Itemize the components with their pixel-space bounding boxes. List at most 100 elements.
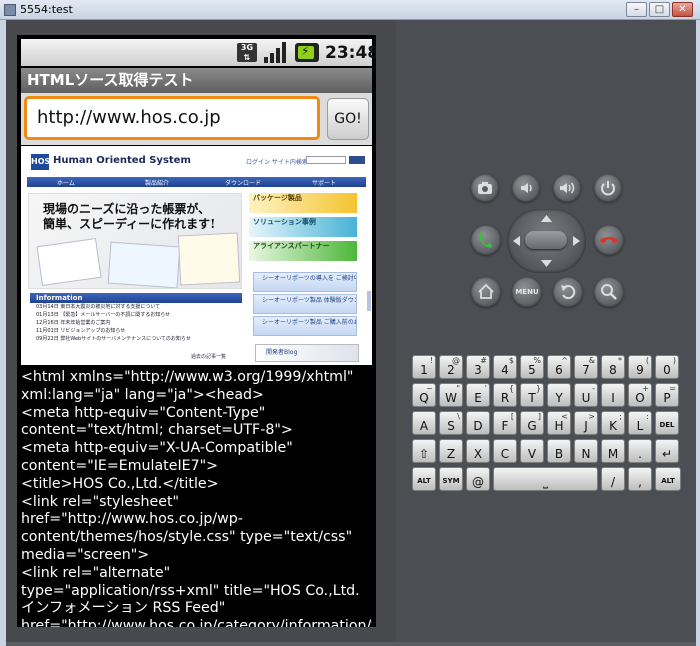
key-label: R bbox=[500, 391, 510, 405]
key-row2-3[interactable]: R{ bbox=[493, 383, 517, 407]
web-nav-download[interactable]: ダウンロード bbox=[225, 178, 261, 187]
key-row4-7[interactable]: M bbox=[601, 439, 625, 463]
menu-button[interactable]: MENU bbox=[512, 277, 542, 307]
key-sym[interactable]: SYM bbox=[439, 467, 463, 491]
key-row3-7[interactable]: K; bbox=[601, 411, 625, 435]
maximize-button[interactable]: □ bbox=[649, 2, 670, 17]
key-comma[interactable]: , bbox=[628, 467, 652, 491]
dpad-center-button[interactable] bbox=[525, 231, 567, 249]
web-info-row[interactable]: 09月22日 弊社Webサイトのサーバメンテナンスについてのお知らせ bbox=[36, 335, 242, 343]
key-label: 0 bbox=[663, 363, 671, 377]
close-button[interactable]: ✕ bbox=[672, 2, 693, 17]
key-row1-9[interactable]: 0) bbox=[655, 355, 679, 379]
web-scrollbar[interactable] bbox=[367, 291, 371, 311]
volume-up-button[interactable] bbox=[553, 174, 581, 202]
key-row3-5[interactable]: H < bbox=[547, 411, 571, 435]
web-nav-products[interactable]: 製品紹介 bbox=[145, 178, 169, 187]
key-row2-4[interactable]: T} bbox=[520, 383, 544, 407]
key-row1-5[interactable]: 6 ^ bbox=[547, 355, 571, 379]
key-row1-6[interactable]: 7 & bbox=[574, 355, 598, 379]
key-row2-1[interactable]: W " bbox=[439, 383, 463, 407]
key-alt-label: + bbox=[642, 384, 649, 393]
key-row3-6[interactable]: J > bbox=[574, 411, 598, 435]
key-row4-8[interactable]: . bbox=[628, 439, 652, 463]
key-row2-8[interactable]: O + bbox=[628, 383, 652, 407]
key-label: B bbox=[554, 447, 564, 461]
key-row3-4[interactable]: G] bbox=[520, 411, 544, 435]
web-nav-home[interactable]: ホーム bbox=[57, 178, 75, 187]
web-preview[interactable]: HOS Human Oriented System ログイン サイト内検索 ホー… bbox=[21, 146, 372, 365]
end-call-button[interactable] bbox=[594, 225, 624, 255]
web-link-consider[interactable]: シーオーリポーツの導入を ご検討中のお客様へ bbox=[253, 272, 357, 292]
key-row4-6[interactable]: N bbox=[574, 439, 598, 463]
key-space[interactable]: ⎵ bbox=[493, 467, 598, 491]
go-button[interactable]: GO! bbox=[327, 98, 369, 140]
web-blog-banner[interactable]: 開発者Blog bbox=[255, 344, 359, 362]
web-alliance-button[interactable]: アライアンスパートナー bbox=[249, 241, 357, 261]
key-row4-0[interactable]: ⇧ bbox=[412, 439, 436, 463]
key-row4-1[interactable]: Z bbox=[439, 439, 463, 463]
key-row2-0[interactable]: Q ~ bbox=[412, 383, 436, 407]
web-nav: ホーム 製品紹介 ダウンロード サポート bbox=[27, 177, 366, 187]
key-row2-6[interactable]: U- bbox=[574, 383, 598, 407]
key-alt-right[interactable]: ALT bbox=[655, 467, 681, 491]
power-button[interactable] bbox=[594, 174, 622, 202]
key-row3-0[interactable]: A bbox=[412, 411, 436, 435]
key-row1-7[interactable]: 8 * bbox=[601, 355, 625, 379]
camera-button[interactable] bbox=[471, 174, 499, 202]
key-row3-3[interactable]: F[ bbox=[493, 411, 517, 435]
dpad[interactable] bbox=[507, 209, 586, 273]
key-alt-label: ~ bbox=[426, 384, 433, 393]
key-label: 5 bbox=[528, 363, 536, 377]
key-alt-label: = bbox=[669, 384, 676, 393]
key-row1-2[interactable]: 3 # bbox=[466, 355, 490, 379]
key-row3-1[interactable]: S \ bbox=[439, 411, 463, 435]
key-row4-3[interactable]: C bbox=[493, 439, 517, 463]
web-link-trial[interactable]: シーオーリポーツ製品 体験版ダウンロード bbox=[253, 294, 357, 314]
web-link-purchase[interactable]: シーオーリポーツ製品 ご購入前のお客様へ bbox=[253, 316, 357, 336]
key-alt-label: { bbox=[508, 384, 514, 393]
key-row1-1[interactable]: 2 @ bbox=[439, 355, 463, 379]
web-more-link[interactable]: 過去の記事一覧 bbox=[191, 353, 226, 360]
key-alt-left[interactable]: ALT bbox=[412, 467, 436, 491]
web-solution-button[interactable]: ソリューション事例 bbox=[249, 217, 357, 237]
key-at[interactable]: @ bbox=[466, 467, 490, 491]
key-row3-8[interactable]: L: bbox=[628, 411, 652, 435]
key-row1-3[interactable]: 4 $ bbox=[493, 355, 517, 379]
url-input[interactable]: http://www.hos.co.jp bbox=[24, 96, 320, 140]
key-row2-7[interactable]: I bbox=[601, 383, 625, 407]
key-row1-8[interactable]: 9( bbox=[628, 355, 652, 379]
web-info-row[interactable]: 01月13日 【緊急】メールサーバーの不調に関するお知らせ bbox=[36, 311, 242, 319]
web-info-row[interactable]: 03月14日 東日本大震災の被災地に対する支援について bbox=[36, 303, 242, 311]
web-info-row[interactable]: 11月01日 リビジョンアップのお知らせ bbox=[36, 327, 242, 335]
minimize-button[interactable]: – bbox=[626, 2, 647, 17]
key-row4-2[interactable]: X bbox=[466, 439, 490, 463]
key-row4-5[interactable]: B bbox=[547, 439, 571, 463]
web-login-link[interactable]: ログイン サイト内検索 bbox=[246, 157, 308, 166]
key-label: S bbox=[447, 419, 455, 433]
volume-down-button[interactable] bbox=[512, 174, 540, 202]
web-search-input[interactable] bbox=[306, 156, 346, 164]
key-label: 3 bbox=[474, 363, 482, 377]
key-row4-4[interactable]: V bbox=[520, 439, 544, 463]
web-info-row[interactable]: 12月16日 年末年始営業のご案内 bbox=[36, 319, 242, 327]
key-label: I bbox=[611, 391, 615, 405]
key-slash[interactable]: / bbox=[601, 467, 625, 491]
key-row3-2[interactable]: D bbox=[466, 411, 490, 435]
key-row2-5[interactable]: Y bbox=[547, 383, 571, 407]
call-button[interactable] bbox=[471, 225, 501, 255]
web-search-button[interactable] bbox=[349, 156, 365, 164]
web-package-button[interactable]: パッケージ製品 bbox=[249, 193, 357, 213]
web-nav-support[interactable]: サポート bbox=[312, 178, 336, 187]
search-button[interactable] bbox=[594, 277, 624, 307]
key-row4-9[interactable]: ↵ bbox=[655, 439, 679, 463]
key-row1-0[interactable]: 1! bbox=[412, 355, 436, 379]
back-button[interactable] bbox=[553, 277, 583, 307]
key-label: U bbox=[581, 391, 591, 405]
key-row3-9[interactable]: DEL bbox=[655, 411, 679, 435]
key-row1-4[interactable]: 5% bbox=[520, 355, 544, 379]
key-row2-2[interactable]: E ' bbox=[466, 383, 490, 407]
home-button[interactable] bbox=[471, 277, 501, 307]
web-info-header: Information bbox=[30, 293, 242, 303]
key-row2-9[interactable]: P = bbox=[655, 383, 679, 407]
